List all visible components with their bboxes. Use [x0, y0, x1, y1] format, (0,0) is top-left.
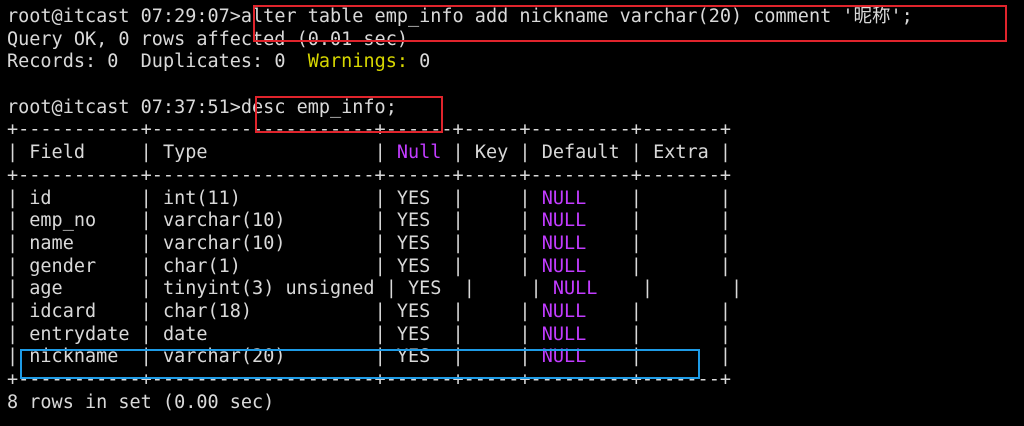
table-cell: NULL — [541, 300, 620, 322]
table-header: | Field | Type | Null | Key | Default | … — [7, 142, 732, 164]
command-line-2: root@itcast 07:37:51>desc emp_info; — [7, 97, 1019, 120]
column-header: Default — [541, 142, 620, 164]
table-cell — [653, 256, 709, 277]
column-header: Null — [396, 142, 442, 164]
table-cell: age — [29, 278, 130, 300]
column-header: Key — [474, 142, 509, 164]
table-cell — [664, 278, 720, 299]
rows-footer: 8 rows in set (0.00 sec) — [7, 391, 275, 413]
table-cell: entrydate — [29, 323, 130, 345]
table-border-header: +-----------+--------------------+------… — [7, 164, 731, 186]
shell-prompt: root@itcast 07:37:51> — [7, 96, 241, 118]
table-cell: NULL — [541, 232, 620, 254]
table-cell — [653, 301, 709, 322]
table-cell: tinyint(3) unsigned — [162, 278, 375, 300]
table-cell: date — [162, 323, 364, 345]
warnings-label: Warnings: — [307, 51, 409, 73]
table-border-top: +-----------+--------------------+------… — [7, 119, 731, 141]
highlight-desc-command — [255, 96, 443, 133]
table-row: | age | tinyint(3) unsigned | YES | | NU… — [7, 278, 743, 300]
records-summary: Records: 0 Duplicates: 0 Warnings: 0 — [7, 51, 431, 73]
table-cell: idcard — [29, 300, 130, 322]
table-row: | entrydate | date | YES | | NULL | | — [7, 323, 732, 345]
table-cell — [475, 324, 508, 345]
table-cell: YES — [396, 300, 442, 322]
table-cell: int(11) — [162, 187, 364, 209]
column-header: Field — [29, 142, 130, 164]
table-cell: YES — [396, 187, 442, 209]
highlight-alter-command — [253, 5, 1007, 42]
table-row: | name | varchar(10) | YES | | NULL | | — [7, 232, 732, 254]
table-cell: YES — [396, 323, 442, 345]
table-cell: YES — [396, 210, 442, 232]
table-row: | id | int(11) | YES | | NULL | | — [7, 187, 732, 209]
table-cell: NULL — [541, 210, 620, 232]
table-cell: YES — [408, 278, 453, 300]
table-cell: name — [29, 232, 130, 254]
shell-prompt: root@itcast 07:29:07> — [7, 6, 241, 27]
table-cell — [653, 210, 709, 231]
table-cell — [475, 301, 508, 322]
column-header: Extra — [653, 142, 709, 164]
table-cell: varchar(10) — [162, 232, 364, 254]
table-cell — [486, 278, 519, 299]
table-cell: YES — [396, 255, 442, 277]
table-cell — [475, 256, 508, 277]
table-cell: NULL — [541, 187, 620, 209]
table-cell: id — [29, 187, 130, 209]
table-cell: NULL — [541, 255, 620, 277]
column-header: Type — [162, 142, 364, 164]
table-row: | emp_no | varchar(10) | YES | | NULL | … — [7, 210, 732, 232]
table-cell — [653, 324, 709, 345]
table-cell: varchar(10) — [162, 210, 364, 232]
table-cell — [475, 233, 508, 254]
table-row: | gender | char(1) | YES | | NULL | | — [7, 255, 732, 277]
table-cell: char(1) — [162, 255, 364, 277]
highlight-nickname-row — [20, 349, 700, 379]
table-cell: emp_no — [29, 210, 130, 232]
table-cell: NULL — [541, 323, 620, 345]
table-cell: YES — [396, 232, 442, 254]
table-row: | idcard | char(18) | YES | | NULL | | — [7, 300, 732, 322]
table-cell: NULL — [552, 278, 631, 300]
table-cell — [653, 233, 709, 254]
table-cell — [653, 188, 709, 209]
table-cell: gender — [29, 255, 130, 277]
table-cell: char(18) — [162, 300, 364, 322]
table-cell — [475, 210, 508, 231]
table-cell — [475, 188, 508, 209]
